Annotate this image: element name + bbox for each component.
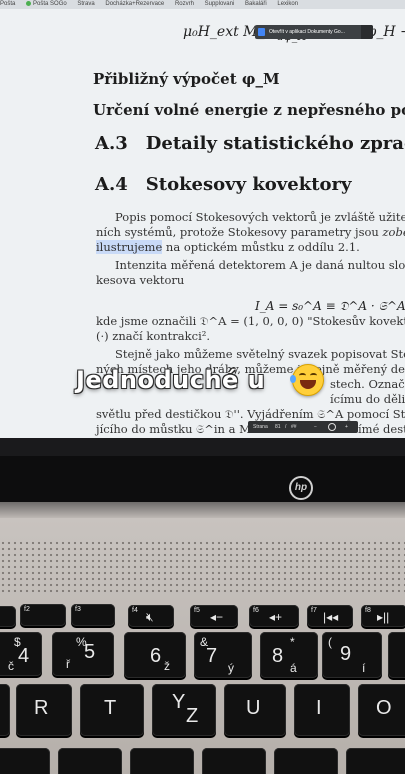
screen-bezel <box>0 456 405 502</box>
key-r[interactable]: R <box>16 684 72 736</box>
section-title: Detaily statistického zpraco <box>145 133 405 154</box>
page-label: Strana <box>253 424 268 430</box>
bookmark-item[interactable]: Pošta <box>0 0 15 9</box>
key-tab[interactable] <box>0 684 10 736</box>
section-number: A.4 <box>95 174 128 195</box>
zoom-search-icon[interactable] <box>328 423 336 431</box>
paragraph-line: Intenzita měřená detektorem A je daná nu… <box>115 258 405 272</box>
paragraph-line: (·) značí kontrakci². <box>96 329 211 343</box>
fn-key[interactable]: f2 <box>20 604 66 626</box>
key-i[interactable]: I <box>294 684 350 736</box>
mute-key[interactable]: f4 🔇︎ <box>128 605 174 627</box>
hp-logo: hp <box>289 476 313 500</box>
page-total: ## <box>291 424 297 430</box>
bookmark-item[interactable]: Lexikon <box>277 0 298 9</box>
highlighted-word: ilustrujeme <box>96 240 163 254</box>
paragraph-line: Stejně jako můžeme světelný svazek popis… <box>115 347 405 361</box>
bookmark-item[interactable]: Docházka+Rezervace <box>105 0 164 9</box>
page-number[interactable]: 81 <box>275 424 281 430</box>
key-0[interactable] <box>388 632 405 678</box>
play-pause-key[interactable]: f8 ▸|| <box>361 605 405 627</box>
paragraph-line: ních systémů, protože Stokesovy parametr… <box>96 225 405 239</box>
laughing-emoji-icon <box>290 364 324 396</box>
key-8[interactable]: * 8 á <box>260 632 318 678</box>
key-7[interactable]: & 7 ý <box>194 632 252 678</box>
pdf-toolbar: Strana 81 / ## − + <box>248 421 358 433</box>
docs-icon <box>258 28 265 36</box>
key-o[interactable]: O <box>358 684 405 736</box>
key-9[interactable]: ( 9 í <box>322 632 382 678</box>
paragraph-line: ícímu do děli <box>330 392 405 406</box>
key-j[interactable] <box>202 748 266 774</box>
video-caption-overlay: Jednoduché u <box>76 366 266 394</box>
key-l[interactable] <box>346 748 405 774</box>
formula-intensity: I_A = s₀^A ≡ 𝔇^A · 𝔖^A . <box>255 299 405 313</box>
key-t[interactable]: T <box>80 684 144 736</box>
prev-track-key[interactable]: f7 |◂◂ <box>307 605 353 627</box>
paragraph-line: jícího do můstku 𝔖^in a Muel <box>96 422 269 436</box>
bookmark-item[interactable]: Supplovani <box>205 0 235 9</box>
key-u[interactable]: U <box>224 684 286 736</box>
bookmark-icon <box>26 1 32 6</box>
fn-key[interactable]: f3 <box>71 604 115 626</box>
photo-scene: Pošta Pošta SOGo Strava Docházka+Rezerva… <box>0 0 405 774</box>
volume-up-key[interactable]: f6 ◂+ <box>249 605 299 627</box>
key-6[interactable]: 6 ž <box>124 632 186 678</box>
key-yz[interactable]: Y Z <box>152 684 216 736</box>
page-slash: / <box>285 424 287 430</box>
bookmarks-bar: Pošta Pošta SOGo Strava Docházka+Rezerva… <box>0 0 405 9</box>
paragraph-line: stech. Označ <box>330 377 405 391</box>
bookmark-item[interactable]: Rozvrh <box>175 0 194 9</box>
key-f[interactable] <box>0 748 50 774</box>
paragraph-line: světlu před destičkou 𝔇''. Vyjádřením 𝔖^… <box>96 407 405 421</box>
paragraph-line: kde jsme označili 𝔇^A = (1, 0, 0, 0) "St… <box>96 314 405 328</box>
key-h[interactable] <box>130 748 194 774</box>
volume-down-key[interactable]: f5 ◂− <box>190 605 238 627</box>
paragraph-line: kesova vektoru <box>96 273 185 287</box>
paragraph-line: Popis pomocí Stokesových vektorů je zvlá… <box>115 210 405 224</box>
key-5[interactable]: % 5 ř <box>52 632 114 676</box>
key-4[interactable]: $ 4 č <box>0 632 42 676</box>
heading-approx: Přibližný výpočet φ_M <box>93 70 280 88</box>
bookmark-item[interactable]: Strava <box>77 0 94 9</box>
heading-a4: A.4 Stokesovy kovektory <box>95 174 351 195</box>
paragraph-line: ilustrujeme na optickém můstku z oddílu … <box>96 240 360 254</box>
section-title: Stokesovy kovektory <box>145 174 352 195</box>
fn-key[interactable] <box>0 606 16 627</box>
hinge <box>0 502 405 518</box>
section-number: A.3 <box>95 133 128 154</box>
heading-energy: Určení volné energie z nepřesného pole <box>93 101 405 119</box>
zoom-in-button[interactable]: + <box>345 424 348 430</box>
open-in-docs-tooltip[interactable]: Otevřít v aplikaci Dokumenty Go... <box>255 25 373 39</box>
paragraph-line: ímé desti <box>358 422 405 436</box>
tooltip-label: Otevřít v aplikaci Dokumenty Go... <box>269 29 345 35</box>
tooltip-menu-icon[interactable] <box>361 25 373 39</box>
bookmark-item[interactable]: Pošta SOGo <box>26 0 67 9</box>
key-g[interactable] <box>58 748 122 774</box>
zoom-out-button[interactable]: − <box>314 424 317 430</box>
laptop-screen: Pošta Pošta SOGo Strava Docházka+Rezerva… <box>0 0 405 438</box>
heading-a3: A.3 Detaily statistického zpraco <box>95 133 405 154</box>
bookmark-item[interactable]: Bakaláři <box>245 0 267 9</box>
key-k[interactable] <box>274 748 338 774</box>
speaker-grille <box>0 540 405 594</box>
